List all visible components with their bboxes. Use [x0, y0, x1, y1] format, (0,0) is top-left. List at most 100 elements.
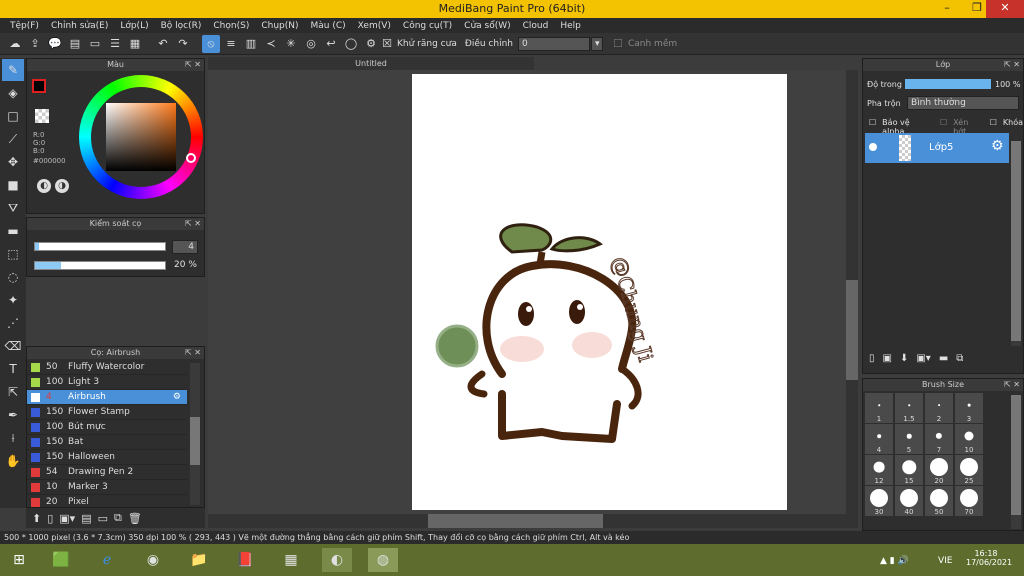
menu-cloud[interactable]: Cloud	[517, 21, 555, 31]
grid-snap-icon[interactable]: ▥	[242, 35, 260, 53]
menu-view[interactable]: Xem(V)	[352, 21, 397, 31]
comment-icon[interactable]: 💬	[46, 35, 64, 53]
brush-list-item[interactable]: 150 Halloween	[27, 450, 187, 465]
chrome-icon[interactable]: ◉	[138, 548, 168, 572]
menu-file[interactable]: Tệp(F)	[4, 21, 45, 31]
language-indicator[interactable]: VIE	[938, 556, 953, 566]
file-explorer-icon[interactable]: 📁	[184, 548, 214, 572]
brush-size-cell[interactable]: 10	[955, 424, 983, 454]
brush-size-cell[interactable]: 20	[925, 455, 953, 485]
lasso-tool-icon[interactable]: ◌	[2, 266, 24, 288]
medibang-icon[interactable]: ◍	[368, 548, 398, 572]
brush-size-cell[interactable]: 15	[895, 455, 923, 485]
panel-close-icon[interactable]: ⇱ ✕	[185, 59, 201, 71]
circle-snap-icon[interactable]: ◯	[342, 35, 360, 53]
dot-tool-icon[interactable]: □	[2, 105, 24, 127]
layer-scrollbar[interactable]	[1011, 141, 1021, 346]
brush-list-item[interactable]: 100 Light 3	[27, 375, 187, 390]
brush-size-cell[interactable]: 2	[925, 393, 953, 423]
palette-settings-icon[interactable]: ◑	[55, 179, 69, 193]
clock[interactable]: 16:18 17/06/2021	[966, 549, 1012, 567]
canvas-page[interactable]: @Chung Ji	[412, 74, 787, 510]
merge-layer-icon[interactable]: ⬇	[900, 353, 908, 364]
add-layer-menu-icon[interactable]: ▣▾	[916, 353, 930, 364]
eyedropper-tool-icon[interactable]: ⟊	[2, 427, 24, 449]
brush-list-item[interactable]: 50 Fluffy Watercolor	[27, 360, 187, 375]
brush-size-cell[interactable]: 30	[865, 486, 893, 516]
gear-icon[interactable]: ⚙	[173, 392, 181, 402]
brush-size-cell[interactable]: 1.5	[895, 393, 923, 423]
parallel-snap-icon[interactable]: ≡	[222, 35, 240, 53]
minimize-button[interactable]: –	[932, 0, 962, 18]
menu-filter[interactable]: Bộ lọc(R)	[155, 21, 208, 31]
add-brush-icon[interactable]: ▣▾	[59, 512, 75, 525]
brush-size-slider[interactable]	[34, 242, 166, 251]
copy-layer-icon[interactable]: ⧉	[956, 353, 963, 364]
internet-explorer-icon[interactable]: ℯ	[92, 548, 122, 572]
layer-row[interactable]: Lớp5 ⚙	[865, 133, 1009, 163]
gradient-tool-icon[interactable]: ▬	[2, 220, 24, 242]
brush-list-item[interactable]: 20 Pixel	[27, 495, 187, 508]
move-tool-icon[interactable]: ✥	[2, 151, 24, 173]
duplicate-layer-icon[interactable]: ▣	[883, 353, 892, 364]
menu-color[interactable]: Màu (C)	[305, 21, 352, 31]
hand-tool-icon[interactable]: ✋	[2, 450, 24, 472]
brush-size-value[interactable]: 4	[172, 240, 198, 254]
perspective-snap-icon[interactable]: ≺	[262, 35, 280, 53]
brush-size-cell[interactable]: 3	[955, 393, 983, 423]
close-button[interactable]: ✕	[986, 0, 1024, 18]
eye-icon[interactable]	[869, 143, 877, 151]
brush-size-cell[interactable]: 7	[925, 424, 953, 454]
select-pen-tool-icon[interactable]: ⋰	[2, 312, 24, 334]
cloud-icon[interactable]: ☁	[6, 35, 24, 53]
camtasia-icon[interactable]: ◐	[322, 548, 352, 572]
concentric-snap-icon[interactable]: ◎	[302, 35, 320, 53]
text-tool-icon[interactable]: T	[2, 358, 24, 380]
brush-size-cell[interactable]: 70	[955, 486, 983, 516]
canvas-horizontal-scrollbar[interactable]	[208, 514, 858, 528]
panel-close-icon[interactable]: ⇱ ✕	[1004, 379, 1020, 391]
brush-tool-icon[interactable]: ✎	[2, 59, 24, 81]
page-icon[interactable]: ▭	[86, 35, 104, 53]
brush-size-cell[interactable]: 4	[865, 424, 893, 454]
brush-list-item[interactable]: 4 Airbrush ⚙	[27, 390, 187, 405]
brush-list-item[interactable]: 10 Marker 3	[27, 480, 187, 495]
folder-icon[interactable]: ▬	[939, 353, 948, 364]
undo-icon[interactable]: ↶	[154, 35, 172, 53]
delete-brush-icon[interactable]: 🗑	[128, 512, 142, 525]
operation-tool-icon[interactable]: ⇱	[2, 381, 24, 403]
share-icon[interactable]: ⇪	[26, 35, 44, 53]
brush-settings-icon[interactable]: ▤	[81, 512, 91, 525]
brush-size-cell[interactable]: 25	[955, 455, 983, 485]
copy-brush-icon[interactable]: ⧉	[114, 511, 122, 525]
brush-list-item[interactable]: 54 Drawing Pen 2	[27, 465, 187, 480]
brush-size-cell[interactable]: 1	[865, 393, 893, 423]
brush-size-cell[interactable]: 5	[895, 424, 923, 454]
brush-opacity-slider[interactable]	[34, 261, 166, 270]
brush-size-cell[interactable]: 40	[895, 486, 923, 516]
brush-size-cell[interactable]: 12	[865, 455, 893, 485]
comment-list-icon[interactable]: ▤	[66, 35, 84, 53]
snap-soft-checkbox[interactable]: ☐	[613, 35, 623, 53]
menu-edit[interactable]: Chỉnh sửa(E)	[45, 21, 114, 31]
windows-start-icon[interactable]: ⊞	[4, 548, 34, 572]
foreground-color-swatch[interactable]	[32, 79, 46, 93]
blend-mode-select[interactable]: Bình thường	[907, 96, 1019, 110]
bucket-tool-icon[interactable]: ⛛	[2, 197, 24, 219]
brush-size-cell[interactable]: 50	[925, 486, 953, 516]
canvas-vertical-scrollbar[interactable]	[846, 70, 858, 514]
divide-tool-icon[interactable]: ✒	[2, 404, 24, 426]
folder-icon[interactable]: ▭	[98, 512, 108, 525]
new-brush-icon[interactable]: ▯	[47, 512, 53, 525]
network-app-icon[interactable]: ▦	[276, 548, 306, 572]
snap-settings-icon[interactable]: ⚙	[362, 35, 380, 53]
menu-select[interactable]: Chọn(S)	[207, 21, 255, 31]
blur-tool-icon[interactable]: ⟋	[2, 128, 24, 150]
hue-cursor[interactable]	[186, 153, 196, 163]
menu-tools[interactable]: Công cụ(T)	[397, 21, 458, 31]
new-layer-icon[interactable]: ▯	[869, 353, 875, 364]
adjust-input[interactable]: 0	[517, 36, 590, 51]
magic-wand-tool-icon[interactable]: ✦	[2, 289, 24, 311]
page-list-icon[interactable]: ☰	[106, 35, 124, 53]
panel-close-icon[interactable]: ⇱ ✕	[1004, 59, 1020, 71]
